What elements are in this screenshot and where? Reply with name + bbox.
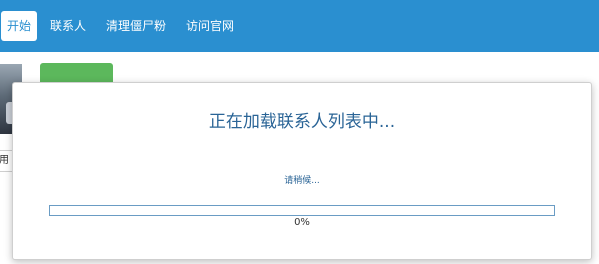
top-nav-bar: 开始 联系人 清理僵尸粉 访问官网	[0, 0, 599, 52]
dialog-title: 正在加载联系人列表中...	[208, 112, 396, 132]
progress-percent-text: 0%	[294, 217, 310, 228]
tab-start[interactable]: 开始	[1, 11, 38, 41]
tab-clean-zombie-fans[interactable]: 清理僵尸粉	[106, 11, 166, 41]
tab-contacts[interactable]: 联系人	[50, 11, 86, 41]
dialog-subtitle: 请稍候...	[284, 176, 320, 186]
progress-bar	[49, 205, 555, 216]
tab-visit-website[interactable]: 访问官网	[186, 11, 234, 41]
loading-dialog: 正在加载联系人列表中... 请稍候... 0%	[12, 82, 592, 260]
